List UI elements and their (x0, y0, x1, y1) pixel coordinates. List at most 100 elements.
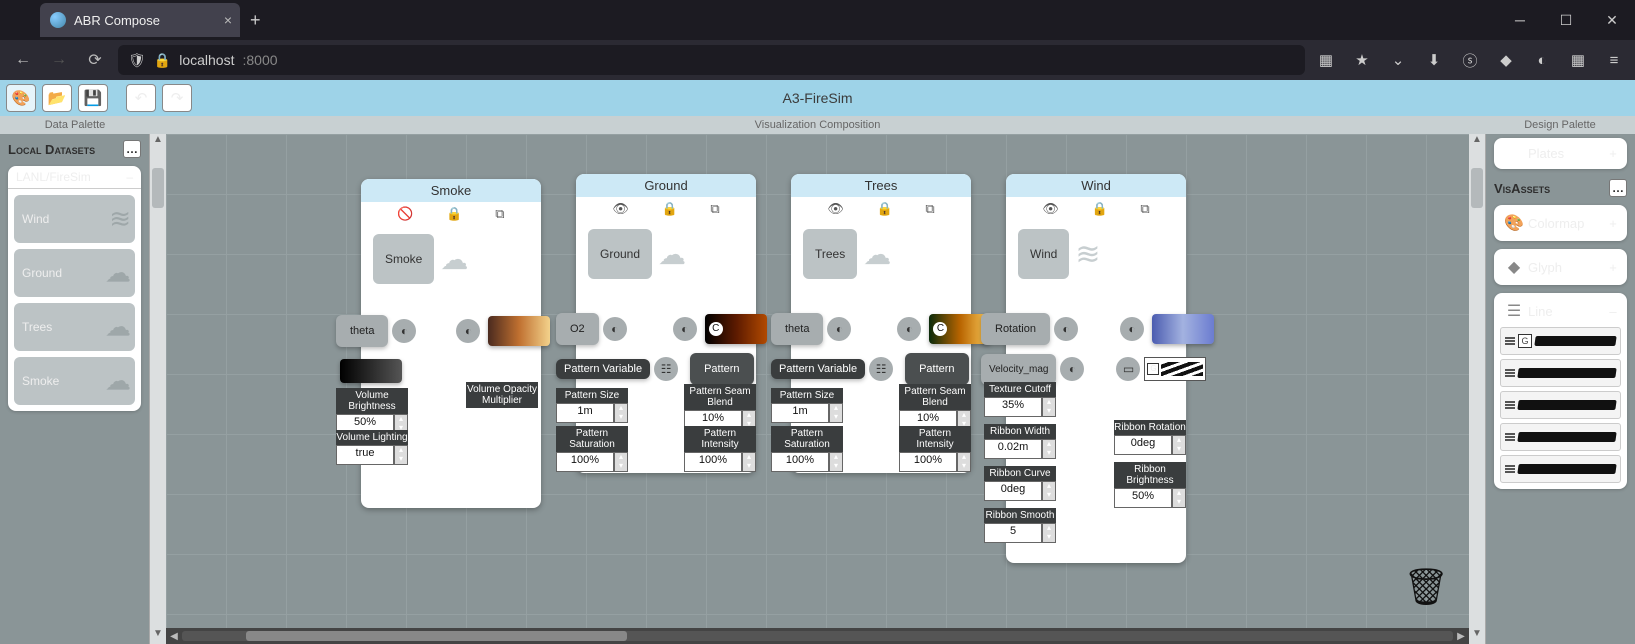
param-value[interactable]: 5 (984, 523, 1042, 543)
spinner-icon[interactable]: ▴▾ (614, 452, 628, 472)
lock-icon[interactable]: 🔒 (446, 206, 462, 222)
duplicate-icon[interactable]: ⧉ (495, 206, 504, 222)
spinner-icon[interactable]: ▴▾ (1042, 439, 1056, 459)
node-title[interactable]: Smoke (361, 179, 541, 202)
open-button[interactable]: 📂 (42, 84, 72, 112)
canvas-scroll-right[interactable]: ▲ ▼ (1469, 134, 1485, 644)
var-pill-trees[interactable]: theta (771, 313, 823, 345)
param-pattern-seam[interactable]: Pattern Seam Blend 10%▴▾ (684, 384, 756, 430)
dataset-title-row[interactable]: LANL/FireSim – (8, 166, 141, 189)
scroll-thumb[interactable] (246, 631, 627, 641)
dataset-item-smoke[interactable]: Smoke☁ (14, 357, 135, 405)
visassets-more-button[interactable]: … (1609, 179, 1627, 197)
qr-icon[interactable]: ▦ (1315, 49, 1337, 71)
visibility-icon[interactable]: 👁 (827, 201, 844, 217)
reload-button[interactable]: ⟳ (82, 47, 108, 73)
param-value[interactable]: 1m (556, 403, 614, 423)
spinner-icon[interactable]: ▴▾ (1172, 435, 1186, 455)
scroll-down-icon[interactable]: ▼ (1469, 628, 1485, 644)
bookmark-star-icon[interactable]: ★ (1351, 49, 1373, 71)
redo-button[interactable]: ↷ (162, 84, 192, 112)
pocket-icon[interactable]: ⌄ (1387, 49, 1409, 71)
minimize-button[interactable]: ─ (1497, 0, 1543, 40)
line-texture-swatch[interactable]: G (1144, 357, 1206, 381)
keydata-chip[interactable]: Ground (588, 229, 652, 279)
param-value[interactable]: 100% (684, 452, 742, 472)
spinner-icon[interactable]: ▴▾ (394, 445, 408, 465)
param-ribbon-smooth[interactable]: Ribbon Smooth 5▴▾ (984, 508, 1056, 543)
param-value[interactable]: 100% (899, 452, 957, 472)
keydata-chip[interactable]: Wind (1018, 229, 1069, 279)
var-pill-smoke[interactable]: theta (336, 315, 388, 347)
node-title[interactable]: Trees (791, 174, 971, 197)
tab-close-icon[interactable]: × (224, 12, 232, 28)
extension-icon-2[interactable]: ◐ (1531, 49, 1553, 71)
colormap-swatch-ground[interactable] (705, 314, 767, 344)
glyph-add-button[interactable]: + (1605, 260, 1621, 275)
connector-icon[interactable]: ◐ (1120, 317, 1144, 341)
fingerprint-icon[interactable]: ☷ (869, 357, 893, 381)
extension-icon-1[interactable]: ◆ (1495, 49, 1517, 71)
connector-icon[interactable]: ◐ (827, 317, 851, 341)
var-pill-velocity[interactable]: Velocity_mag (981, 354, 1056, 385)
scroll-right-icon[interactable]: ▶ (1453, 631, 1469, 642)
lock-icon[interactable]: 🔒 (877, 201, 893, 217)
param-texture-cutoff[interactable]: Texture Cutoff 35%▴▾ (984, 382, 1056, 417)
canvas-scroll-bottom[interactable]: ◀ ▶ (166, 628, 1469, 644)
scroll-down-icon[interactable]: ▼ (150, 628, 166, 644)
patternvar-pill[interactable]: Pattern Variable (771, 359, 865, 379)
line-collapse-button[interactable]: – (1605, 304, 1621, 319)
param-value[interactable]: 100% (771, 452, 829, 472)
spinner-icon[interactable]: ▴▾ (829, 452, 843, 472)
connector-icon[interactable]: ◐ (1054, 317, 1078, 341)
param-ribbon-width[interactable]: Ribbon Width 0.02m▴▾ (984, 424, 1056, 459)
trash-icon[interactable]: 🗑 (1403, 566, 1449, 608)
spinner-icon[interactable]: ▴▾ (1042, 523, 1056, 543)
connector-icon[interactable]: ◐ (456, 319, 480, 343)
spinner-icon[interactable]: ▴▾ (829, 403, 843, 423)
var-pill-rotation[interactable]: Rotation (981, 313, 1050, 345)
dataset-item-trees[interactable]: Trees☁ (14, 303, 135, 351)
colormap-swatch-wind[interactable] (1152, 314, 1214, 344)
spinner-icon[interactable]: ▴▾ (1172, 488, 1186, 508)
colormap-swatch-smoke[interactable] (488, 316, 550, 346)
param-value[interactable]: true (336, 445, 394, 465)
connector-icon[interactable]: ▭ (1116, 357, 1140, 381)
lock-icon[interactable]: 🔒 (662, 201, 678, 217)
new-tab-button[interactable]: + (250, 10, 261, 31)
plates-add-button[interactable]: + (1605, 146, 1621, 161)
panels-icon[interactable]: ▦ (1567, 49, 1589, 71)
undo-button[interactable]: ↶ (126, 84, 156, 112)
canvas-scroll-left[interactable]: ▲ ▼ (150, 134, 166, 644)
param-volume-brightness[interactable]: Volume Brightness 50%▴▾ (336, 388, 408, 434)
browser-tab[interactable]: ABR Compose × (40, 3, 240, 37)
keydata-chip[interactable]: Smoke (373, 234, 434, 284)
datasets-more-button[interactable]: … (123, 140, 141, 158)
line-asset-thumb[interactable]: G (1500, 327, 1621, 355)
scroll-thumb[interactable] (152, 168, 164, 208)
node-title[interactable]: Ground (576, 174, 756, 197)
line-asset-thumb[interactable] (1500, 455, 1621, 483)
url-input[interactable]: 🛡 🔒 localhost:8000 (118, 45, 1305, 75)
visibility-icon[interactable]: 👁 (1042, 201, 1059, 217)
duplicate-icon[interactable]: ⧉ (710, 201, 719, 217)
spinner-icon[interactable]: ▴▾ (957, 452, 971, 472)
param-volume-lighting[interactable]: Volume Lighting true▴▾ (336, 430, 408, 465)
save-button[interactable]: 💾 (78, 84, 108, 112)
pattern-pill[interactable]: Pattern (690, 353, 753, 385)
connector-icon[interactable]: ◐ (603, 317, 627, 341)
keydata-chip[interactable]: Trees (803, 229, 857, 279)
spinner-icon[interactable]: ▴▾ (614, 403, 628, 423)
forward-button[interactable]: → (46, 47, 72, 73)
param-value[interactable]: 35% (984, 397, 1042, 417)
opacity-swatch[interactable] (340, 359, 402, 383)
spinner-icon[interactable]: ▴▾ (742, 452, 756, 472)
pattern-pill[interactable]: Pattern (905, 353, 968, 385)
param-pattern-saturation[interactable]: Pattern Saturation 100%▴▾ (556, 426, 628, 472)
back-button[interactable]: ← (10, 47, 36, 73)
param-value[interactable]: 1m (771, 403, 829, 423)
param-pattern-intensity[interactable]: Pattern Intensity 100%▴▾ (899, 426, 971, 472)
duplicate-icon[interactable]: ⧉ (1140, 201, 1149, 217)
lock-icon[interactable]: 🔒 (1092, 201, 1108, 217)
connector-icon[interactable]: ◐ (392, 319, 416, 343)
